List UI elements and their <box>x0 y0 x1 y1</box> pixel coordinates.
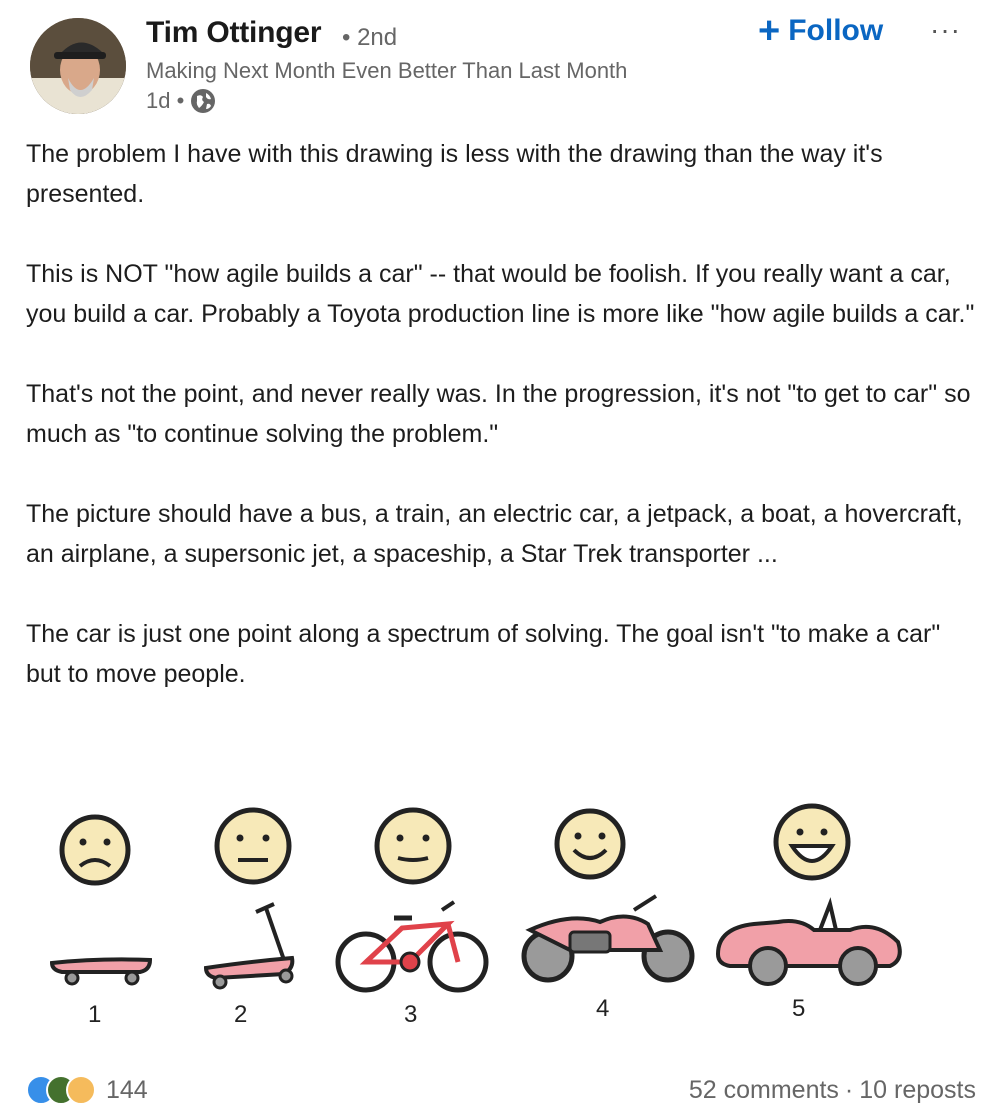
post-paragraph: The problem I have with this drawing is … <box>26 140 883 208</box>
stage-number: 2 <box>234 1001 247 1028</box>
reaction-count: 144 <box>106 1075 148 1104</box>
scooter <box>203 902 295 990</box>
bicycle <box>335 900 489 993</box>
stage-number: 1 <box>88 1001 101 1028</box>
social-footer: 144 52 comments · 10 reposts <box>26 1070 976 1110</box>
sad-face <box>59 814 131 886</box>
reactions-summary[interactable]: 144 <box>26 1075 148 1105</box>
connection-degree: • 2nd <box>342 24 398 51</box>
follow-button[interactable]: + Follow <box>758 10 884 52</box>
post-paragraph: The picture should have a bus, a train, … <box>26 500 963 568</box>
neutral-face <box>374 807 452 885</box>
plus-icon: + <box>758 10 781 52</box>
author-headline: Making Next Month Even Better Than Last … <box>146 58 628 83</box>
stage-number: 3 <box>404 1001 417 1028</box>
stage-number: 5 <box>792 995 805 1022</box>
globe-icon <box>191 89 216 113</box>
author-avatar[interactable] <box>30 18 126 114</box>
stage-number: 4 <box>596 995 609 1022</box>
insightful-icon <box>66 1075 96 1105</box>
follow-label: Follow <box>788 14 884 47</box>
post-paragraph: The car is just one point along a spectr… <box>26 620 941 688</box>
motorcycle <box>521 894 695 983</box>
stats-separator: · <box>844 1075 854 1104</box>
avatar-image <box>30 18 126 114</box>
convertible-car <box>715 897 902 986</box>
neutral-face <box>214 807 292 885</box>
reaction-icons <box>26 1075 96 1105</box>
comments-link[interactable]: 52 comments <box>689 1076 839 1105</box>
post-paragraph: This is NOT "how agile builds a car" -- … <box>26 260 975 328</box>
reposts-link[interactable]: 10 reposts <box>859 1076 976 1105</box>
smiling-face <box>554 808 626 880</box>
agile-progression-image[interactable]: 1 2 3 4 5 <box>30 800 940 1040</box>
post-time: 1d • <box>146 88 185 113</box>
engagement-stats: 52 comments · 10 reposts <box>689 1076 976 1105</box>
skateboard <box>49 957 153 986</box>
post-paragraph: That's not the point, and never really w… <box>26 380 971 448</box>
post-meta: 1d • <box>146 88 216 114</box>
more-options-icon[interactable]: ··· <box>930 14 961 46</box>
author-name[interactable]: Tim Ottinger <box>146 16 322 50</box>
happy-face <box>773 803 851 881</box>
post-text: The problem I have with this drawing is … <box>26 134 981 694</box>
